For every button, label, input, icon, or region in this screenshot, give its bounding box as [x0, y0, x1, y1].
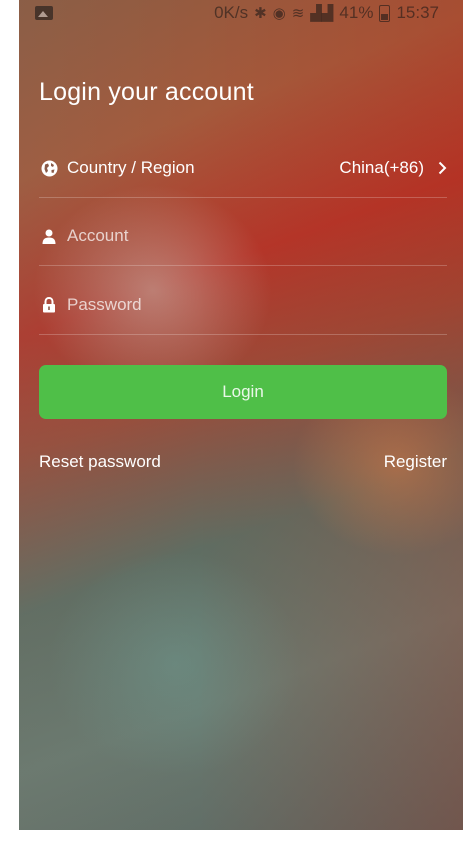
login-button[interactable]: Login [39, 365, 447, 419]
country-value: China(+86) [339, 158, 447, 178]
country-region-label: Country / Region [67, 158, 195, 177]
app-screen: 0K/s ✱ ◉ ≋ ▟▟ 41% 15:37 Login your accou… [19, 0, 463, 830]
globe-icon [39, 158, 59, 178]
lock-icon [39, 295, 59, 315]
account-input[interactable]: Account [39, 207, 447, 266]
reset-password-link[interactable]: Reset password [39, 452, 161, 472]
account-placeholder: Account [67, 226, 129, 245]
login-form: Login your account Country / Region Chin… [19, 0, 463, 830]
chevron-right-icon [438, 161, 447, 175]
password-placeholder: Password [67, 295, 142, 314]
country-region-selector[interactable]: Country / Region China(+86) [39, 139, 447, 198]
country-code-value: China(+86) [339, 158, 424, 177]
register-link[interactable]: Register [384, 452, 447, 472]
page-title: Login your account [39, 78, 254, 106]
password-input[interactable]: Password [39, 276, 447, 335]
user-icon [39, 226, 59, 246]
